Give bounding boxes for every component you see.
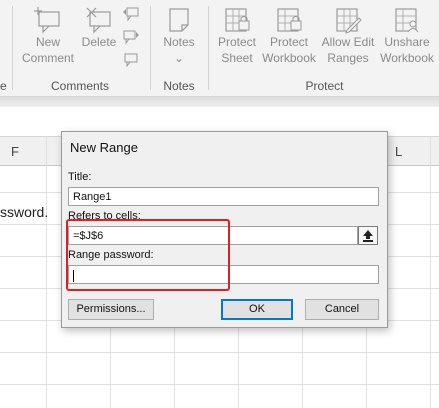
unshare-workbook-label-line1: Unshare bbox=[384, 35, 430, 49]
cell-text: ssword. bbox=[0, 204, 49, 220]
notes-button[interactable]: Notes ⌄ bbox=[156, 6, 202, 66]
comments-group-label: Comments bbox=[50, 79, 109, 93]
group-separator bbox=[150, 6, 151, 90]
group-separator bbox=[12, 6, 13, 90]
chevron-down-icon: ⌄ bbox=[173, 51, 185, 65]
protect-workbook-label-line1: Protect bbox=[269, 35, 308, 49]
new-comment-button[interactable]: New Comment bbox=[18, 6, 78, 66]
new-comment-label-line2: Comment bbox=[21, 51, 74, 65]
protect-workbook-icon bbox=[277, 8, 302, 32]
ribbon-shadow bbox=[0, 97, 439, 107]
title-label: Title: bbox=[68, 171, 92, 183]
ok-button[interactable]: OK bbox=[221, 299, 293, 320]
note-icon bbox=[169, 8, 189, 32]
unshare-workbook-button[interactable]: Unshare Workbook bbox=[378, 6, 436, 66]
notes-group-label: Notes bbox=[163, 79, 195, 93]
allow-edit-ranges-icon bbox=[336, 8, 362, 34]
protect-sheet-icon bbox=[225, 8, 250, 32]
range-select-icon bbox=[363, 230, 373, 242]
notes-label: Notes bbox=[163, 35, 195, 49]
previous-comment-icon[interactable] bbox=[122, 6, 140, 22]
protect-group-label: Protect bbox=[305, 79, 344, 93]
new-comment-icon bbox=[34, 7, 60, 34]
allow-edit-ranges-button[interactable]: Allow Edit Ranges bbox=[318, 6, 378, 66]
new-comment-label-line1: New bbox=[35, 35, 60, 49]
ribbon: e New Comment Delete Notes ⌄ Protect She… bbox=[0, 0, 439, 97]
group-label-fragment: e bbox=[0, 79, 7, 93]
unshare-workbook-label-line2: Workbook bbox=[380, 51, 434, 65]
protect-workbook-button[interactable]: Protect Workbook bbox=[262, 6, 316, 66]
annotation-highlight-box bbox=[66, 219, 230, 291]
protect-sheet-label-line1: Protect bbox=[217, 35, 256, 49]
collapse-dialog-button[interactable] bbox=[358, 226, 378, 245]
grid-line bbox=[46, 136, 47, 408]
unshare-workbook-icon bbox=[395, 8, 419, 33]
title-field[interactable]: Range1 bbox=[68, 187, 379, 206]
group-separator bbox=[208, 6, 209, 90]
cancel-button[interactable]: Cancel bbox=[305, 299, 379, 320]
grid-line bbox=[430, 136, 431, 408]
delete-label: Delete bbox=[81, 35, 117, 49]
allow-edit-ranges-label-line2: Ranges bbox=[327, 51, 369, 65]
allow-edit-ranges-label-line1: Allow Edit bbox=[321, 35, 375, 49]
column-header-f[interactable]: F bbox=[11, 144, 19, 159]
next-comment-icon[interactable] bbox=[122, 29, 140, 45]
column-header-l[interactable]: L bbox=[395, 144, 402, 159]
protect-sheet-button[interactable]: Protect Sheet bbox=[212, 6, 262, 66]
delete-comment-button[interactable]: Delete bbox=[78, 6, 120, 50]
delete-comment-icon bbox=[86, 7, 111, 34]
grid-line bbox=[0, 352, 439, 353]
permissions-button[interactable]: Permissions... bbox=[68, 299, 154, 320]
grid-line bbox=[0, 384, 439, 385]
dialog-title: New Range bbox=[70, 140, 138, 155]
protect-sheet-label-line2: Sheet bbox=[221, 51, 253, 65]
show-comments-icon[interactable] bbox=[122, 52, 140, 68]
protect-workbook-label-line2: Workbook bbox=[262, 51, 316, 65]
